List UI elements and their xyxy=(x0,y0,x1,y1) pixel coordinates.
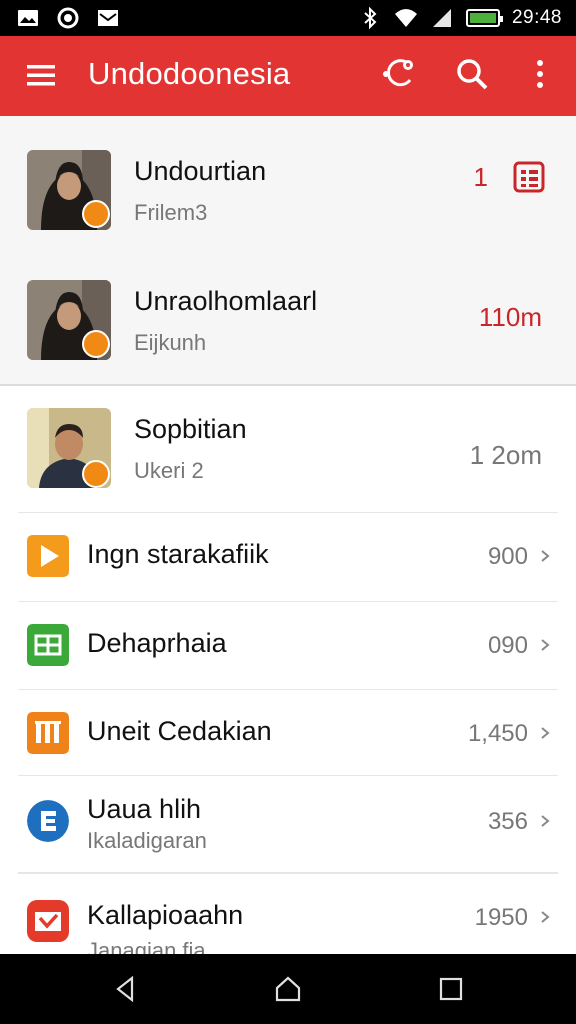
wifi-icon xyxy=(394,9,417,27)
profile-name: Unraolhomlaarl xyxy=(134,286,318,316)
list-item-value: 1,450 xyxy=(467,720,528,747)
list-item-value: 356 xyxy=(487,808,528,835)
content-list: Sopbitian Ukeri 2 1 2om Ingn starakafiik… xyxy=(0,388,576,954)
status-badge xyxy=(82,200,110,228)
profile-list: Undourtian Frilem3 1 Unraolhomlaarl Eijk… xyxy=(0,116,576,386)
profile-meta: 1 xyxy=(473,162,488,192)
chevron-right-icon xyxy=(541,911,550,923)
list-item-label: Uneit Cedakian xyxy=(87,716,272,746)
chevron-right-icon xyxy=(541,550,550,562)
search-icon[interactable] xyxy=(454,56,490,92)
status-badge xyxy=(82,460,110,488)
profile-subtitle: Ukeri 2 xyxy=(134,458,204,483)
chevron-right-icon xyxy=(541,727,550,739)
signal-icon xyxy=(432,9,451,27)
clock: 29:48 xyxy=(511,7,562,28)
mail-check-icon xyxy=(27,900,69,942)
recent-apps-icon[interactable] xyxy=(436,974,466,1004)
list-item-subtitle: Ikaladigaran xyxy=(87,828,207,853)
profile-name: Undourtian xyxy=(134,156,267,186)
list-item-label: Ingn starakafiik xyxy=(87,539,269,569)
back-icon[interactable] xyxy=(110,974,140,1004)
app-title: Undodoonesia xyxy=(88,56,291,91)
play-icon xyxy=(27,535,69,577)
status-badge xyxy=(82,330,110,358)
list-item[interactable]: Kallapioaahn Janagian fia 1950 xyxy=(0,874,576,954)
list-item[interactable]: Dehaprhaia 090 xyxy=(0,602,576,690)
hamburger-menu-icon[interactable] xyxy=(24,58,58,92)
list-item-label: Uaua hlih xyxy=(87,794,202,824)
chevron-right-icon xyxy=(541,639,550,651)
list-item-subtitle: Janagian fia xyxy=(87,938,206,954)
list-item-value: 1950 xyxy=(474,904,528,931)
chart-bars-icon xyxy=(27,712,69,754)
profile-row[interactable]: Undourtian Frilem3 1 xyxy=(0,134,576,264)
status-bar: 29:48 xyxy=(0,0,576,36)
image-icon xyxy=(18,10,38,26)
share-icon[interactable] xyxy=(380,56,416,92)
home-icon[interactable] xyxy=(273,974,303,1004)
bluetooth-icon xyxy=(364,6,377,30)
letter-e-icon xyxy=(27,800,69,842)
profile-row[interactable]: Unraolhomlaarl Eijkunh 110m xyxy=(0,264,576,394)
more-options-icon[interactable] xyxy=(522,56,558,92)
profile-subtitle: Eijkunh xyxy=(134,330,207,355)
list-item-label: Dehaprhaia xyxy=(87,628,227,658)
list-item[interactable]: Uneit Cedakian 1,450 xyxy=(0,690,576,776)
list-item-value: 090 xyxy=(487,632,528,659)
list-item-label: Kallapioaahn xyxy=(87,900,244,930)
navigation-bar xyxy=(0,954,576,1024)
chevron-right-icon xyxy=(541,815,550,827)
mail-icon xyxy=(98,10,118,26)
profile-name: Sopbitian xyxy=(134,414,247,444)
sheet-icon xyxy=(27,624,69,666)
profile-meta: 110m xyxy=(478,302,542,332)
battery-icon xyxy=(465,9,503,27)
list-item-value: 900 xyxy=(487,543,528,570)
profile-meta: 1 2om xyxy=(469,440,542,470)
app-bar: Undodoonesia xyxy=(0,36,576,116)
list-item[interactable]: Ingn starakafiik 900 xyxy=(0,513,576,601)
profile-row[interactable]: Sopbitian Ukeri 2 1 2om xyxy=(0,388,576,512)
profile-subtitle: Frilem3 xyxy=(134,200,208,225)
calendar-grid-icon[interactable] xyxy=(512,160,546,194)
list-item[interactable]: Uaua hlih Ikaladigaran 356 xyxy=(0,776,576,872)
circle-notification-icon xyxy=(57,7,79,29)
